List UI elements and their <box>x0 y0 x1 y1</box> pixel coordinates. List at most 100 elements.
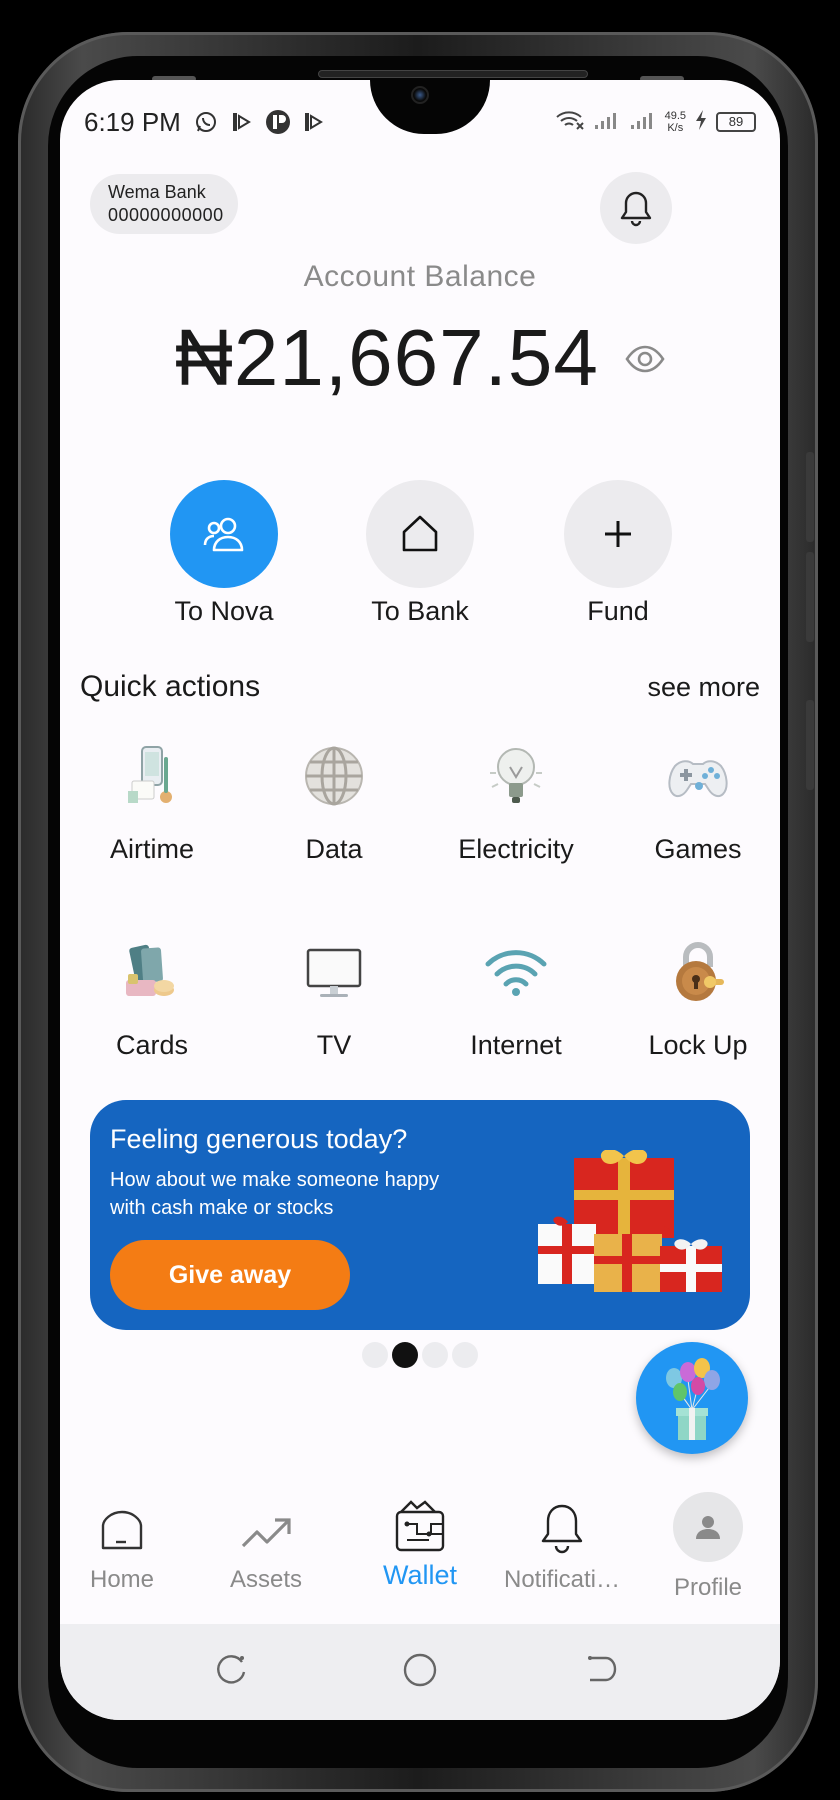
tv-icon <box>298 936 370 1008</box>
users-icon <box>203 517 244 552</box>
nav-label: Assets <box>229 1566 303 1593</box>
balloons-gift-icon <box>666 1358 720 1440</box>
power-button <box>806 700 814 790</box>
back-icon[interactable] <box>584 1652 618 1691</box>
gift-boxes-illustration <box>538 1149 728 1305</box>
quick-action-cards[interactable]: Cards <box>60 936 244 1061</box>
fund-label: Fund <box>587 596 649 626</box>
to-bank-button[interactable]: To Bank <box>350 480 490 627</box>
nav-item-home[interactable]: Home <box>60 1490 194 1594</box>
quick-actions-header: Quick actions see more <box>80 670 760 704</box>
avatar <box>673 1492 743 1562</box>
to-bank-circle <box>366 480 474 588</box>
bell-icon <box>541 1504 583 1554</box>
battery-indicator: 89 <box>716 112 756 132</box>
quick-action-label: Cards <box>115 1030 189 1060</box>
quick-action-data[interactable]: Data <box>242 740 426 865</box>
giveaway-banner[interactable]: Feeling generous today? How about we mak… <box>90 1100 750 1330</box>
quick-action-airtime[interactable]: Airtime <box>60 740 244 865</box>
gamepad-icon <box>662 740 734 812</box>
quick-action-label: Electricity <box>458 834 574 864</box>
signal-icon <box>629 109 657 136</box>
wallet-icon <box>395 1500 445 1552</box>
system-navigation-bar <box>60 1624 780 1720</box>
quick-actions-title: Quick actions <box>80 670 261 703</box>
volume-down-button <box>806 552 814 642</box>
carousel-dot[interactable] <box>362 1342 388 1368</box>
eye-icon[interactable] <box>625 345 665 378</box>
nav-item-profile[interactable]: Profile <box>636 1490 780 1602</box>
bolt-app-icon <box>301 109 327 135</box>
notifications-button[interactable] <box>600 172 672 244</box>
notification-icons <box>193 109 327 135</box>
home-icon <box>402 515 438 552</box>
to-nova-label: To Nova <box>174 596 274 626</box>
status-time: 6:19 PM <box>84 106 181 137</box>
quick-action-label: Airtime <box>109 834 194 864</box>
speed-value: 49.5 <box>664 110 686 122</box>
carousel-dot-active[interactable] <box>392 1342 418 1368</box>
volume-up-button <box>806 452 814 542</box>
home-system-icon[interactable] <box>402 1652 438 1693</box>
signal-icon <box>593 109 621 136</box>
quick-action-electricity[interactable]: Electricity <box>424 740 608 865</box>
nav-label: Home <box>89 1566 155 1593</box>
quick-action-label: Internet <box>470 1030 562 1060</box>
person-icon <box>696 1516 720 1539</box>
balance-row: ₦21,667.54 <box>110 312 730 404</box>
see-more-link[interactable]: see more <box>647 672 760 703</box>
nav-label-active: Wallet <box>382 1560 457 1590</box>
nav-item-wallet[interactable]: Wallet <box>348 1490 492 1591</box>
banner-subtitle: How about we make someone happy with cas… <box>110 1169 440 1219</box>
quick-action-label: Lock Up <box>648 1030 748 1060</box>
fund-button[interactable]: Fund <box>548 480 688 627</box>
padlock-icon <box>662 936 734 1008</box>
speed-unit: K/s <box>667 122 684 134</box>
nav-label: Notificati… <box>503 1566 621 1593</box>
quick-action-internet[interactable]: Internet <box>424 936 608 1061</box>
main-actions: To Nova To Bank Fund <box>110 480 730 640</box>
gift-balloon-fab[interactable] <box>636 1342 748 1454</box>
quick-action-lock-up[interactable]: Lock Up <box>606 936 780 1061</box>
charging-icon <box>694 109 708 136</box>
carousel-dot[interactable] <box>452 1342 478 1368</box>
nav-label: Profile <box>673 1574 743 1601</box>
recents-icon[interactable] <box>214 1652 248 1691</box>
balance-amount: ₦21,667.54 <box>175 313 599 402</box>
app-badge-icon <box>265 109 291 135</box>
to-nova-circle <box>170 480 278 588</box>
to-nova-button[interactable]: To Nova <box>154 480 294 627</box>
wifi-icon <box>480 936 552 1008</box>
bolt-app-icon <box>229 109 255 135</box>
nav-item-notifications[interactable]: Notificati… <box>490 1490 634 1594</box>
bank-name: Wema Bank <box>108 182 206 202</box>
wifi-off-icon <box>555 109 585 136</box>
whatsapp-icon <box>193 109 219 135</box>
carousel-dot[interactable] <box>422 1342 448 1368</box>
quick-action-tv[interactable]: TV <box>242 936 426 1061</box>
network-speed: 49.5 K/s <box>665 110 686 134</box>
bank-account-chip[interactable]: Wema Bank 00000000000 <box>90 174 238 234</box>
globe-icon <box>298 740 370 812</box>
plus-icon <box>605 521 631 547</box>
bottom-navigation: Home Assets Wallet Notificati… Profile <box>60 1490 780 1620</box>
give-away-button[interactable]: Give away <box>110 1240 350 1310</box>
fund-circle <box>564 480 672 588</box>
quick-action-label: Data <box>305 834 363 864</box>
app-screen: 6:19 PM 49.5 K/s 89 Wema Bank 0000000000… <box>60 80 780 1720</box>
home-icon <box>101 1510 143 1550</box>
account-number: 00000000000 <box>108 205 224 225</box>
cards-icon <box>116 936 188 1008</box>
to-bank-label: To Bank <box>371 596 469 626</box>
bell-icon <box>620 191 652 227</box>
front-camera <box>411 86 429 104</box>
quick-action-label: TV <box>316 1030 352 1060</box>
quick-action-games[interactable]: Games <box>606 740 780 865</box>
bulb-icon <box>480 740 552 812</box>
phone-airtime-icon <box>116 740 188 812</box>
banner-title: Feeling generous today? <box>110 1124 408 1154</box>
quick-action-label: Games <box>654 834 742 864</box>
trending-up-icon <box>241 1518 291 1548</box>
earpiece-speaker <box>318 70 588 78</box>
nav-item-assets[interactable]: Assets <box>194 1490 338 1594</box>
